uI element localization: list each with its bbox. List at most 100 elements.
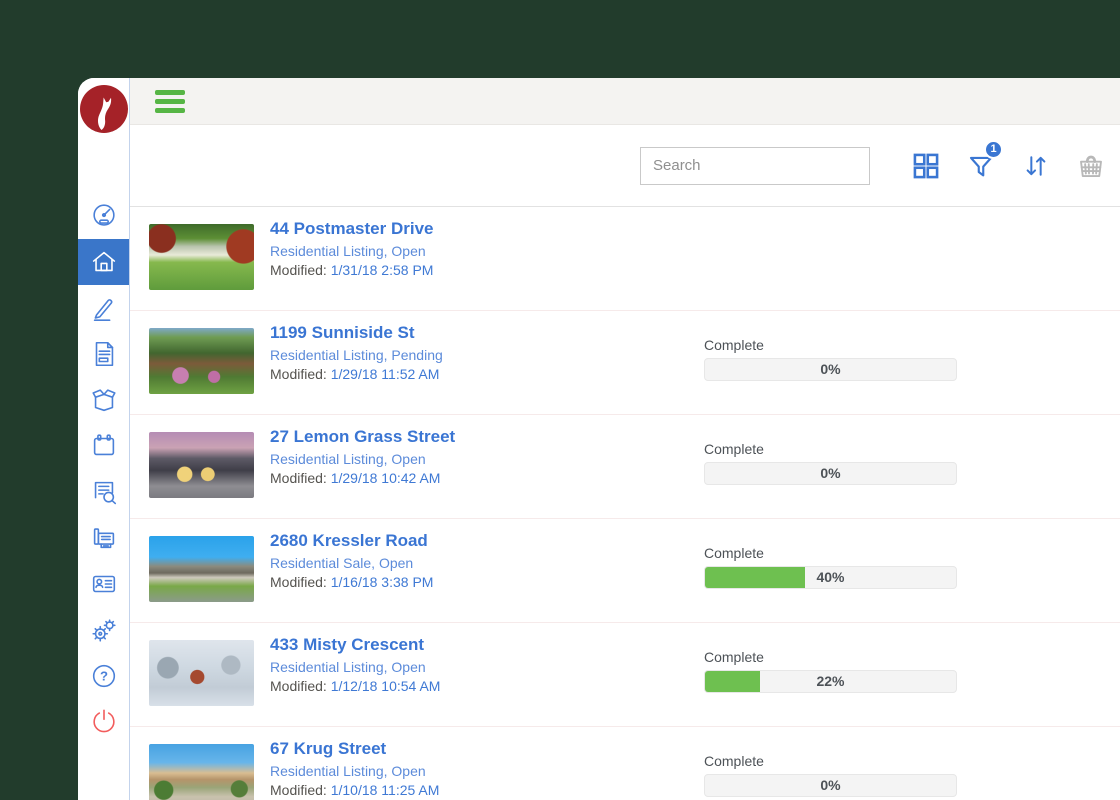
progress-section: Complete 40% [704, 519, 957, 589]
listing-info: 1199 Sunniside St Residential Listing, P… [270, 311, 704, 382]
document-search-icon [94, 481, 116, 505]
progress-percent: 22% [816, 673, 845, 689]
search-input[interactable] [640, 146, 870, 185]
home-icon [92, 251, 115, 272]
sidebar-item-fax[interactable] [78, 515, 129, 561]
listing-type-status: Residential Listing, Pending [270, 347, 443, 364]
sidebar-item-power[interactable] [78, 699, 129, 745]
filter-button[interactable]: 1 [966, 139, 1003, 181]
progress-percent: 40% [816, 569, 845, 585]
listing-info: 44 Postmaster Drive Residential Listing,… [270, 207, 704, 278]
esign-pen-icon [93, 299, 112, 321]
listing-type-status: Residential Listing, Open [270, 451, 426, 468]
listing-thumbnail[interactable] [149, 224, 254, 290]
progress-label: Complete [704, 441, 764, 457]
listing-type-status: Residential Listing, Open [270, 243, 426, 260]
progress-section: Complete 0% [704, 311, 957, 381]
progress-section: Complete 0% [704, 415, 957, 485]
listing-thumbnail[interactable] [149, 744, 254, 800]
listing-type-status: Residential Listing, Open [270, 659, 426, 676]
listing-title-link[interactable]: 27 Lemon Grass Street [270, 426, 704, 448]
listing-title-link[interactable]: 1199 Sunniside St [270, 322, 704, 344]
sidebar-item-forms[interactable] [78, 331, 129, 377]
listing-row[interactable]: 433 Misty Crescent Residential Listing, … [130, 623, 1120, 727]
progress-percent: 0% [820, 361, 841, 377]
sidebar-item-kit[interactable] [78, 377, 129, 423]
listing-thumbnail[interactable] [149, 640, 254, 706]
grid-view-icon [913, 153, 939, 178]
lone-wolf-logo [79, 85, 128, 133]
sidebar-item-calendar[interactable] [78, 423, 129, 469]
basket-icon [1080, 155, 1102, 177]
listing-row[interactable]: 2680 Kressler Road Residential Sale, Ope… [130, 519, 1120, 623]
svg-text:?: ? [99, 669, 107, 684]
listing-modified: Modified: 1/29/18 11:52 AM [270, 366, 440, 383]
listing-row[interactable]: 44 Postmaster Drive Residential Listing,… [130, 207, 1120, 311]
listing-thumbnail[interactable] [149, 328, 254, 394]
sidebar-item-settings[interactable] [78, 607, 129, 653]
sidebar-item-home[interactable] [78, 239, 129, 285]
progress-section: Complete 22% [704, 623, 957, 693]
sidebar-item-dashboard[interactable] [78, 193, 129, 239]
sidebar-nav: ? [78, 193, 129, 745]
calendar-icon [93, 434, 114, 456]
listing-modified: Modified: 1/31/18 2:58 PM [270, 262, 434, 279]
listing-title-link[interactable]: 433 Misty Crescent [270, 634, 704, 656]
listing-type-status: Residential Sale, Open [270, 555, 414, 572]
listing-modified: Modified: 1/16/18 3:38 PM [270, 574, 434, 591]
progress-label: Complete [704, 337, 764, 353]
listing-title-link[interactable]: 44 Postmaster Drive [270, 218, 704, 240]
listing-thumbnail[interactable] [149, 536, 254, 602]
contact-card-icon [92, 575, 115, 593]
hamburger-menu-icon[interactable] [155, 89, 185, 113]
sort-arrows-icon [1026, 155, 1046, 176]
listing-modified: Modified: 1/29/18 10:42 AM [270, 470, 441, 487]
help-icon: ? [92, 664, 115, 688]
basket-button[interactable] [1076, 151, 1106, 181]
listing-row[interactable]: 27 Lemon Grass Street Residential Listin… [130, 415, 1120, 519]
fax-icon [93, 528, 114, 549]
kit-box-icon [91, 389, 116, 412]
progress-label: Complete [704, 753, 764, 769]
listing-toolbar: 1 [130, 125, 1120, 207]
progress-bar: 0% [704, 774, 957, 797]
dashboard-gauge-icon [92, 204, 115, 226]
sidebar-item-esign[interactable] [78, 285, 129, 331]
progress-bar: 22% [704, 670, 957, 693]
progress-section: Complete 0% [704, 727, 957, 797]
progress-bar: 0% [704, 358, 957, 381]
settings-gears-icon [91, 619, 116, 642]
progress-percent: 0% [820, 777, 841, 793]
content: 1 [130, 125, 1120, 800]
listing-info: 433 Misty Crescent Residential Listing, … [270, 623, 704, 694]
listing-info: 2680 Kressler Road Residential Sale, Ope… [270, 519, 704, 590]
listing-type-status: Residential Listing, Open [270, 763, 426, 780]
listing-modified: Modified: 1/10/18 11:25 AM [270, 782, 440, 799]
filter-count-badge: 1 [984, 139, 1003, 159]
listing-info: 27 Lemon Grass Street Residential Listin… [270, 415, 704, 486]
power-icon [92, 709, 115, 733]
progress-bar: 0% [704, 462, 957, 485]
sort-button[interactable] [1022, 152, 1050, 180]
progress-label: Complete [704, 649, 764, 665]
forms-document-icon [95, 341, 113, 367]
topbar [130, 78, 1120, 125]
sidebar-item-document-search[interactable] [78, 469, 129, 515]
listing-info: 67 Krug Street Residential Listing, Open… [270, 727, 704, 798]
progress-bar: 40% [704, 566, 957, 589]
grid-view-button[interactable] [912, 152, 940, 180]
listing-title-link[interactable]: 2680 Kressler Road [270, 530, 704, 552]
app-window: ? Search 1 44 Postmaster Drive Residenti… [78, 78, 1120, 800]
main-area: 1 [130, 78, 1120, 800]
listing-row[interactable]: 67 Krug Street Residential Listing, Open… [130, 727, 1120, 800]
progress-percent: 0% [820, 465, 841, 481]
sidebar: ? [78, 78, 130, 800]
listing-title-link[interactable]: 67 Krug Street [270, 738, 704, 760]
sidebar-item-contacts[interactable] [78, 561, 129, 607]
listing-thumbnail[interactable] [149, 432, 254, 498]
listing-modified: Modified: 1/12/18 10:54 AM [270, 678, 441, 695]
listing-list: 44 Postmaster Drive Residential Listing,… [130, 207, 1120, 800]
listing-row[interactable]: 1199 Sunniside St Residential Listing, P… [130, 311, 1120, 415]
progress-label: Complete [704, 545, 764, 561]
sidebar-item-help[interactable]: ? [78, 653, 129, 699]
